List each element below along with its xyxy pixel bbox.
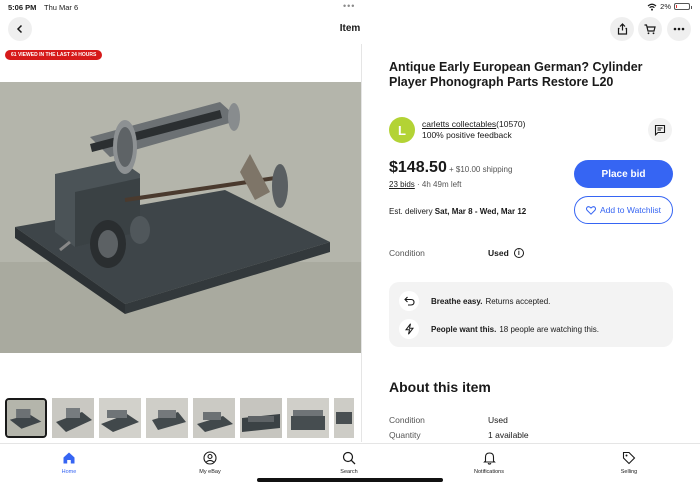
lightning-icon — [399, 319, 419, 339]
pane-divider — [361, 44, 362, 442]
delivery-estimate: Est. delivery Sat, Mar 8 - Wed, Mar 12 — [389, 207, 526, 216]
seller-info[interactable]: carletts collectables(10570) — [422, 119, 525, 129]
thumbnail-strip — [5, 398, 354, 438]
add-to-watchlist-button[interactable]: Add to Watchlist — [574, 196, 673, 224]
bids-link[interactable]: 23 bids — [389, 180, 415, 189]
person-icon — [203, 450, 217, 466]
thumbnail-image — [7, 400, 45, 436]
time-left: · 4h 49m left — [417, 180, 462, 189]
watchlist-label: Add to Watchlist — [599, 205, 662, 215]
return-arrow-icon — [399, 291, 419, 311]
spec-label: Quantity — [389, 430, 421, 440]
share-button[interactable] — [610, 17, 634, 41]
status-right: 2% — [647, 2, 692, 11]
more-button[interactable] — [667, 17, 691, 41]
spec-value: 1 available — [488, 430, 529, 440]
delivery-label: Est. delivery — [389, 207, 435, 216]
nav-bar: Item — [0, 14, 700, 44]
benefit-text: Returns accepted. — [485, 296, 551, 306]
battery-icon — [674, 3, 692, 10]
thumbnail[interactable] — [146, 398, 188, 438]
item-price: $148.50 — [389, 159, 447, 176]
multitask-dots-icon[interactable]: ••• — [343, 1, 355, 11]
wifi-icon — [647, 3, 657, 11]
thumbnail[interactable] — [287, 398, 329, 438]
tab-label: Home — [61, 469, 77, 475]
thumbnail-image — [146, 398, 188, 438]
item-main-photo[interactable] — [0, 82, 361, 353]
battery-percent: 2% — [660, 2, 671, 11]
cart-button[interactable] — [638, 17, 662, 41]
status-bar: 5:06 PM Thu Mar 6 ••• 2% — [0, 0, 700, 14]
about-heading: About this item — [389, 379, 491, 395]
condition-label: Condition — [389, 248, 425, 258]
seller-avatar[interactable]: L — [389, 117, 415, 143]
tab-label: Notifications — [474, 469, 504, 475]
thumbnail-image — [99, 398, 141, 438]
phonograph-image — [0, 82, 361, 353]
tab-home[interactable]: Home — [29, 450, 109, 475]
tab-search[interactable]: Search — [309, 450, 389, 475]
spec-value: Used — [488, 415, 508, 425]
info-icon[interactable]: i — [513, 248, 524, 258]
message-seller-button[interactable] — [648, 118, 672, 142]
tab-label: Selling — [620, 469, 638, 475]
thumbnail-image — [193, 398, 235, 438]
benefit-title: Breathe easy. — [431, 296, 483, 306]
benefit-title: People want this. — [431, 324, 497, 334]
home-icon — [62, 450, 76, 466]
tab-notifications[interactable]: Notifications — [449, 450, 529, 475]
home-indicator[interactable] — [257, 478, 443, 482]
thumbnail-image — [287, 398, 329, 438]
tab-label: Search — [340, 469, 358, 475]
thumbnail-image — [52, 398, 94, 438]
message-icon — [654, 124, 666, 136]
delivery-dates: Sat, Mar 8 - Wed, Mar 12 — [434, 207, 527, 216]
status-date: Thu Mar 6 — [44, 3, 79, 12]
seller-feedback: 100% positive feedback — [422, 130, 512, 140]
thumbnail[interactable] — [5, 398, 47, 438]
benefit-returns: Breathe easy. Returns accepted. — [399, 291, 550, 311]
seller-score: (10570) — [496, 119, 526, 129]
tag-icon — [622, 450, 636, 466]
bell-icon — [482, 450, 496, 466]
thumbnail[interactable] — [99, 398, 141, 438]
page-title: Item — [339, 23, 361, 34]
condition-value: Used — [488, 248, 509, 258]
share-icon — [617, 23, 627, 35]
seller-name[interactable]: carletts collectables — [422, 119, 496, 129]
tab-label: My eBay — [199, 469, 221, 475]
status-time: 5:06 PM — [8, 3, 37, 12]
tab-selling[interactable]: Selling — [589, 450, 669, 475]
condition-value-group[interactable]: Used i — [488, 248, 524, 258]
heart-icon — [585, 205, 596, 215]
tab-my-ebay[interactable]: My eBay — [170, 450, 250, 475]
place-bid-button[interactable]: Place bid — [574, 160, 673, 188]
benefits-box: Breathe easy. Returns accepted. People w… — [389, 282, 673, 347]
cart-icon — [644, 23, 656, 34]
thumbnail[interactable] — [52, 398, 94, 438]
item-title: Antique Early European German? Cylinder … — [389, 60, 643, 89]
thumbnail[interactable] — [193, 398, 235, 438]
thumbnail[interactable] — [334, 398, 354, 438]
bid-info: 23 bids · 4h 49m left — [389, 180, 462, 189]
benefit-text: 18 people are watching this. — [499, 324, 599, 334]
thumbnail[interactable] — [240, 398, 282, 438]
viewed-badge: 61 VIEWED IN THE LAST 24 HOURS — [5, 50, 103, 60]
thumbnail-image — [240, 398, 282, 438]
benefit-watchers: People want this. 18 people are watching… — [399, 319, 599, 339]
shipping-cost: + $10.00 shipping — [449, 165, 513, 174]
search-icon — [342, 450, 356, 466]
more-dots-icon — [673, 27, 685, 31]
thumbnail-image — [334, 398, 354, 438]
spec-label: Condition — [389, 415, 425, 425]
